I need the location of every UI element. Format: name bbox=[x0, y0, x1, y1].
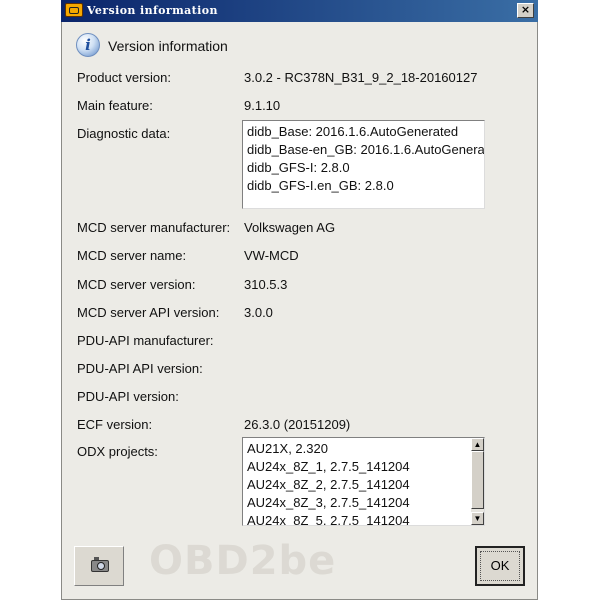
ecf-version-label: ECF version: bbox=[77, 417, 153, 432]
scroll-down-icon[interactable]: ▼ bbox=[471, 512, 484, 525]
list-item[interactable]: didb_GFS-I: 2.8.0 bbox=[247, 160, 350, 175]
list-item[interactable]: didb_GFS-I.en_GB: 2.8.0 bbox=[247, 178, 394, 193]
mcd-server-api-version-value: 3.0.0 bbox=[244, 305, 273, 320]
ecf-version-value: 26.3.0 (20151209) bbox=[244, 417, 351, 432]
odx-projects-list[interactable]: AU21X, 2.320 AU24x_8Z_1, 2.7.5_141204 AU… bbox=[242, 437, 485, 526]
main-feature-label: Main feature: bbox=[77, 98, 153, 113]
mcd-server-api-version-label: MCD server API version: bbox=[77, 305, 220, 320]
mcd-server-name-label: MCD server name: bbox=[77, 248, 187, 263]
list-item[interactable]: AU21X, 2.320 bbox=[247, 441, 328, 456]
pdu-api-api-version-label: PDU-API API version: bbox=[77, 361, 203, 376]
scroll-thumb[interactable] bbox=[471, 451, 484, 509]
list-item[interactable]: didb_Base-en_GB: 2016.1.6.AutoGenerated bbox=[247, 142, 484, 157]
info-icon: i bbox=[76, 33, 100, 57]
scroll-up-icon[interactable]: ▲ bbox=[471, 438, 484, 451]
watermark: OBD2be bbox=[149, 538, 337, 584]
close-button[interactable]: × bbox=[517, 3, 534, 18]
list-item[interactable]: AU24x_8Z_1, 2.7.5_141204 bbox=[247, 459, 410, 474]
version-information-dialog: Version information × i Version informat… bbox=[61, 0, 538, 600]
mcd-server-manufacturer-label: MCD server manufacturer: bbox=[77, 220, 231, 235]
mcd-server-name-value: VW-MCD bbox=[244, 248, 299, 263]
list-item[interactable]: AU24x_8Z_3, 2.7.5_141204 bbox=[247, 495, 410, 510]
mcd-server-version-label: MCD server version: bbox=[77, 277, 196, 292]
pdu-api-version-label: PDU-API version: bbox=[77, 389, 179, 404]
ok-button[interactable]: OK bbox=[475, 546, 525, 586]
list-item[interactable]: AU24x_8Z_2, 2.7.5_141204 bbox=[247, 477, 410, 492]
pdu-api-manufacturer-label: PDU-API manufacturer: bbox=[77, 333, 214, 348]
odx-projects-label: ODX projects: bbox=[77, 444, 158, 459]
product-version-label: Product version: bbox=[77, 70, 171, 85]
main-feature-value: 9.1.10 bbox=[244, 98, 281, 113]
list-item[interactable]: didb_Base: 2016.1.6.AutoGenerated bbox=[247, 124, 458, 139]
mcd-server-manufacturer-value: Volkswagen AG bbox=[244, 220, 336, 235]
list-item[interactable]: AU24x_8Z_5, 2.7.5_141204 bbox=[247, 513, 410, 525]
mcd-server-version-value: 310.5.3 bbox=[244, 277, 288, 292]
product-version-value: 3.0.2 - RC378N_B31_9_2_18-20160127 bbox=[244, 70, 478, 85]
screenshot-button[interactable] bbox=[74, 546, 124, 586]
diagnostic-data-list[interactable]: didb_Base: 2016.1.6.AutoGenerated didb_B… bbox=[242, 120, 485, 209]
app-icon bbox=[65, 3, 83, 17]
camera-icon bbox=[91, 557, 109, 572]
title-bar[interactable]: Version information × bbox=[61, 0, 538, 22]
odx-scrollbar[interactable]: ▲ ▼ bbox=[471, 438, 484, 525]
window-title: Version information bbox=[87, 4, 218, 17]
dialog-heading: Version information bbox=[108, 38, 228, 54]
diagnostic-data-label: Diagnostic data: bbox=[77, 126, 171, 141]
